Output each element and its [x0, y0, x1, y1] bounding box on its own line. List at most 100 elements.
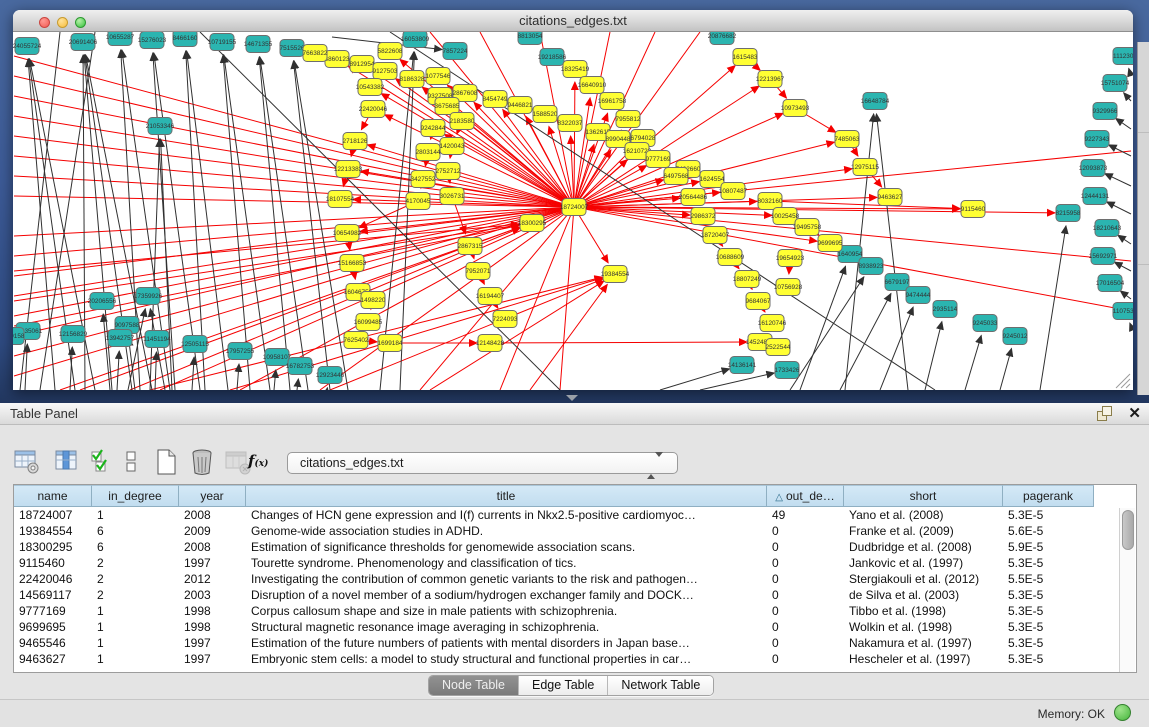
cell-name[interactable]: 18300295: [14, 539, 92, 555]
cell-title[interactable]: Tourette syndrome. Phenomenology and cla…: [246, 555, 767, 571]
close-panel-icon[interactable]: ✕: [1128, 404, 1141, 422]
cell-pagerank[interactable]: 5.3E-5: [1003, 635, 1094, 651]
cell-title[interactable]: Estimation of significance thresholds fo…: [246, 539, 767, 555]
cell-pagerank[interactable]: 5.3E-5: [1003, 619, 1094, 635]
cell-year[interactable]: 2012: [179, 571, 246, 587]
cell-title[interactable]: Disruption of a novel member of a sodium…: [246, 587, 767, 603]
cell-in_degree[interactable]: 2: [92, 555, 179, 571]
cell-year[interactable]: 1997: [179, 555, 246, 571]
cell-in_degree[interactable]: 1: [92, 651, 179, 667]
cell-short[interactable]: Stergiakouli et al. (2012): [844, 571, 1003, 587]
cell-out_de[interactable]: 49: [767, 507, 844, 523]
cell-short[interactable]: Tibbo et al. (1998): [844, 603, 1003, 619]
table-row[interactable]: 1456911722003Disruption of a novel membe…: [14, 587, 1117, 603]
table-row[interactable]: 2242004622012Investigating the contribut…: [14, 571, 1117, 587]
tab-edge-table[interactable]: Edge Table: [519, 676, 608, 695]
tab-node-table[interactable]: Node Table: [429, 676, 519, 695]
tab-network-table[interactable]: Network Table: [608, 676, 713, 695]
network-table-selector[interactable]: citations_edges.txt: [287, 452, 678, 474]
cell-year[interactable]: 2009: [179, 523, 246, 539]
cell-out_de[interactable]: 0: [767, 555, 844, 571]
column-header-pagerank[interactable]: pagerank: [1003, 485, 1094, 507]
cell-out_de[interactable]: 0: [767, 603, 844, 619]
cell-short[interactable]: Franke et al. (2009): [844, 523, 1003, 539]
cell-title[interactable]: Embryonic stem cells: a model to study s…: [246, 651, 767, 667]
cell-title[interactable]: Investigating the contribution of common…: [246, 571, 767, 587]
function-builder-icon[interactable]: f(x): [248, 452, 268, 470]
cell-year[interactable]: 1997: [179, 651, 246, 667]
select-columns-icon[interactable]: [53, 448, 81, 476]
cell-year[interactable]: 2008: [179, 539, 246, 555]
cell-out_de[interactable]: 0: [767, 539, 844, 555]
cell-short[interactable]: Hescheler et al. (1997): [844, 651, 1003, 667]
cell-short[interactable]: Yano et al. (2008): [844, 507, 1003, 523]
cell-in_degree[interactable]: 6: [92, 539, 179, 555]
column-header-year[interactable]: year: [179, 485, 246, 507]
cell-year[interactable]: 2003: [179, 587, 246, 603]
canvas-resize-grip[interactable]: [1116, 374, 1130, 388]
scrollbar-thumb[interactable]: [1122, 510, 1134, 550]
cell-name[interactable]: 22420046: [14, 571, 92, 587]
new-document-icon[interactable]: [152, 448, 180, 476]
table-row[interactable]: 946362711997Embryonic stem cells: a mode…: [14, 651, 1117, 667]
table-row[interactable]: 977716911998Corpus callosum shape and si…: [14, 603, 1117, 619]
cell-name[interactable]: 9699695: [14, 619, 92, 635]
row-options-icon[interactable]: [122, 448, 140, 476]
cell-pagerank[interactable]: 5.5E-5: [1003, 571, 1094, 587]
cell-year[interactable]: 1997: [179, 635, 246, 651]
cell-in_degree[interactable]: 1: [92, 507, 179, 523]
cell-in_degree[interactable]: 6: [92, 523, 179, 539]
cell-out_de[interactable]: 0: [767, 651, 844, 667]
select-all-icon[interactable]: [90, 448, 112, 476]
cell-year[interactable]: 1998: [179, 619, 246, 635]
cell-short[interactable]: Wolkin et al. (1998): [844, 619, 1003, 635]
table-row[interactable]: 969969511998Structural magnetic resonanc…: [14, 619, 1117, 635]
table-row[interactable]: 1872400712008Changes of HCN gene express…: [14, 507, 1117, 523]
cell-out_de[interactable]: 0: [767, 619, 844, 635]
cell-in_degree[interactable]: 2: [92, 571, 179, 587]
cell-name[interactable]: 19384554: [14, 523, 92, 539]
cell-name[interactable]: 18724007: [14, 507, 92, 523]
cell-in_degree[interactable]: 1: [92, 635, 179, 651]
column-header-short[interactable]: short: [844, 485, 1003, 507]
cell-title[interactable]: Structural magnetic resonance image aver…: [246, 619, 767, 635]
cell-short[interactable]: Jankovic et al. (1997): [844, 555, 1003, 571]
cell-short[interactable]: de Silva et al. (2003): [844, 587, 1003, 603]
cell-pagerank[interactable]: 5.6E-5: [1003, 523, 1094, 539]
table-row[interactable]: 911546021997Tourette syndrome. Phenomeno…: [14, 555, 1117, 571]
float-panel-icon[interactable]: [1097, 406, 1113, 420]
cell-name[interactable]: 9465546: [14, 635, 92, 651]
column-header-name[interactable]: name: [14, 485, 92, 507]
cell-title[interactable]: Changes of HCN gene expression and I(f) …: [246, 507, 767, 523]
panel-divider-handle[interactable]: [566, 395, 578, 401]
cell-in_degree[interactable]: 2: [92, 587, 179, 603]
column-header-title[interactable]: title: [246, 485, 767, 507]
table-settings-icon[interactable]: [13, 448, 41, 476]
cell-name[interactable]: 14569117: [14, 587, 92, 603]
column-header-in_degree[interactable]: in_degree: [92, 485, 179, 507]
cell-short[interactable]: Dudbridge et al. (2008): [844, 539, 1003, 555]
cell-short[interactable]: Nakamura et al. (1997): [844, 635, 1003, 651]
cell-in_degree[interactable]: 1: [92, 619, 179, 635]
cell-pagerank[interactable]: 5.3E-5: [1003, 587, 1094, 603]
table-vertical-scrollbar[interactable]: [1119, 508, 1135, 672]
cell-title[interactable]: Corpus callosum shape and size in male p…: [246, 603, 767, 619]
cell-pagerank[interactable]: 5.3E-5: [1003, 555, 1094, 571]
delete-trash-icon[interactable]: [188, 448, 216, 476]
cell-out_de[interactable]: 0: [767, 571, 844, 587]
cell-out_de[interactable]: 0: [767, 587, 844, 603]
column-header-out_de[interactable]: △out_de…: [767, 485, 844, 507]
network-window-titlebar[interactable]: citations_edges.txt: [13, 10, 1133, 32]
table-row[interactable]: 946554611997Estimation of the future num…: [14, 635, 1117, 651]
cell-name[interactable]: 9115460: [14, 555, 92, 571]
cell-title[interactable]: Estimation of the future numbers of pati…: [246, 635, 767, 651]
citation-network-graph[interactable]: 2405572420691406106552871527602384661601…: [13, 32, 1133, 390]
table-row[interactable]: 1830029562008Estimation of significance …: [14, 539, 1117, 555]
cell-pagerank[interactable]: 5.3E-5: [1003, 507, 1094, 523]
cell-pagerank[interactable]: 5.3E-5: [1003, 603, 1094, 619]
table-row[interactable]: 1938455462009Genome-wide association stu…: [14, 523, 1117, 539]
cell-year[interactable]: 2008: [179, 507, 246, 523]
cell-title[interactable]: Genome-wide association studies in ADHD.: [246, 523, 767, 539]
cell-name[interactable]: 9463627: [14, 651, 92, 667]
memory-status-indicator[interactable]: [1114, 704, 1131, 721]
